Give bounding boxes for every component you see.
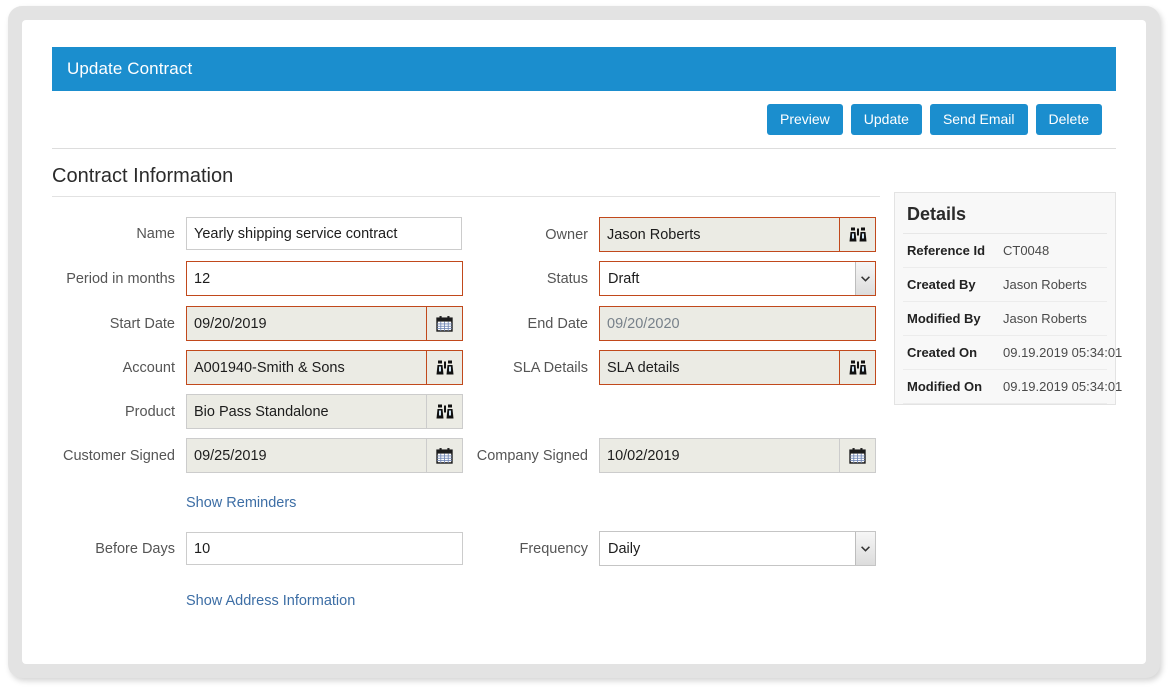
frequency-select[interactable]: Daily xyxy=(599,531,876,566)
start-date-input[interactable]: 09/20/2019 xyxy=(186,306,463,341)
field-before-days: Before Days 10 xyxy=(52,532,463,565)
before-days-input[interactable]: 10 xyxy=(186,532,463,565)
status-selected-value: Draft xyxy=(600,262,855,295)
detail-key: Created By xyxy=(907,277,995,292)
page-title: Update Contract xyxy=(52,59,192,79)
detail-row-reference-id: Reference Id CT0048 xyxy=(903,234,1107,268)
account-value: A001940-Smith & Sons xyxy=(187,351,426,384)
field-start-date: Start Date 09/20/2019 xyxy=(52,306,463,341)
field-end-date: End Date 09/20/2020 xyxy=(470,306,876,341)
field-start-date-label: Start Date xyxy=(52,316,186,332)
field-product: Product Bio Pass Standalone xyxy=(52,394,463,429)
field-sla-details-label: SLA Details xyxy=(470,360,599,376)
chevron-down-icon[interactable] xyxy=(855,262,875,295)
binoculars-icon[interactable] xyxy=(426,351,462,384)
field-company-signed: Company Signed 10/02/2019 xyxy=(470,438,876,473)
name-input[interactable]: Yearly shipping service contract xyxy=(186,217,462,250)
page-header-bar: Update Contract xyxy=(52,47,1116,91)
form-grid: Name Yearly shipping service contract Pe… xyxy=(52,217,880,587)
field-name: Name Yearly shipping service contract xyxy=(52,217,462,250)
field-status-label: Status xyxy=(470,271,599,287)
binoculars-icon[interactable] xyxy=(839,218,875,251)
field-period-label: Period in months xyxy=(52,271,186,287)
binoculars-icon[interactable] xyxy=(426,395,462,428)
preview-button[interactable]: Preview xyxy=(767,104,843,135)
product-input[interactable]: Bio Pass Standalone xyxy=(186,394,463,429)
period-in-months-value: 12 xyxy=(187,262,462,295)
end-date-value: 09/20/2020 xyxy=(600,307,875,340)
detail-value: 09.19.2019 05:34:01 xyxy=(995,379,1122,394)
page-surface: Update Contract Preview Update Send Emai… xyxy=(22,20,1146,664)
field-product-label: Product xyxy=(52,404,186,420)
chevron-down-icon[interactable] xyxy=(855,532,875,565)
field-frequency: Frequency Daily xyxy=(470,531,876,566)
field-end-date-label: End Date xyxy=(470,316,599,332)
show-reminders-link[interactable]: Show Reminders xyxy=(186,495,296,511)
detail-row-created-by: Created By Jason Roberts xyxy=(903,268,1107,302)
detail-row-modified-by: Modified By Jason Roberts xyxy=(903,302,1107,336)
before-days-value: 10 xyxy=(187,533,462,564)
status-select[interactable]: Draft xyxy=(599,261,876,296)
field-period-in-months: Period in months 12 xyxy=(52,261,463,296)
update-button[interactable]: Update xyxy=(851,104,922,135)
application-frame: Update Contract Preview Update Send Emai… xyxy=(8,6,1160,678)
contract-information-section: Contract Information Name Yearly shippin… xyxy=(52,149,880,587)
name-input-value: Yearly shipping service contract xyxy=(187,218,461,249)
start-date-value: 09/20/2019 xyxy=(187,307,426,340)
delete-button[interactable]: Delete xyxy=(1036,104,1102,135)
account-input[interactable]: A001940-Smith & Sons xyxy=(186,350,463,385)
detail-value: CT0048 xyxy=(995,243,1049,258)
calendar-icon[interactable] xyxy=(426,307,462,340)
owner-value: Jason Roberts xyxy=(600,218,839,251)
field-sla-details: SLA Details SLA details xyxy=(470,350,876,385)
details-panel-title: Details xyxy=(903,193,1107,234)
detail-key: Modified On xyxy=(907,379,995,394)
sla-details-value: SLA details xyxy=(600,351,839,384)
detail-value: Jason Roberts xyxy=(995,277,1087,292)
field-owner-label: Owner xyxy=(470,227,599,243)
customer-signed-input[interactable]: 09/25/2019 xyxy=(186,438,463,473)
field-before-days-label: Before Days xyxy=(52,541,186,557)
detail-row-created-on: Created On 09.19.2019 05:34:01 xyxy=(903,336,1107,370)
detail-row-modified-on: Modified On 09.19.2019 05:34:01 xyxy=(903,370,1107,404)
field-status: Status Draft xyxy=(470,261,876,296)
section-title: Contract Information xyxy=(52,149,880,197)
field-account: Account A001940-Smith & Sons xyxy=(52,350,463,385)
calendar-icon[interactable] xyxy=(426,439,462,472)
owner-input[interactable]: Jason Roberts xyxy=(599,217,876,252)
company-signed-input[interactable]: 10/02/2019 xyxy=(599,438,876,473)
details-panel: Details Reference Id CT0048 Created By J… xyxy=(894,192,1116,405)
send-email-button[interactable]: Send Email xyxy=(930,104,1028,135)
sla-details-input[interactable]: SLA details xyxy=(599,350,876,385)
period-in-months-input[interactable]: 12 xyxy=(186,261,463,296)
calendar-icon[interactable] xyxy=(839,439,875,472)
detail-value: 09.19.2019 05:34:01 xyxy=(995,345,1122,360)
frequency-selected-value: Daily xyxy=(600,532,855,565)
company-signed-value: 10/02/2019 xyxy=(600,439,839,472)
end-date-input: 09/20/2020 xyxy=(599,306,876,341)
field-frequency-label: Frequency xyxy=(470,541,599,557)
field-company-signed-label: Company Signed xyxy=(470,448,599,464)
detail-value: Jason Roberts xyxy=(995,311,1087,326)
binoculars-icon[interactable] xyxy=(839,351,875,384)
detail-key: Created On xyxy=(907,345,995,360)
field-customer-signed: Customer Signed 09/25/2019 xyxy=(52,438,463,473)
detail-key: Reference Id xyxy=(907,243,995,258)
content-area: Contract Information Name Yearly shippin… xyxy=(52,149,1116,649)
show-address-information-link[interactable]: Show Address Information xyxy=(186,593,355,609)
action-toolbar: Preview Update Send Email Delete xyxy=(52,91,1116,149)
product-value: Bio Pass Standalone xyxy=(187,395,426,428)
detail-key: Modified By xyxy=(907,311,995,326)
field-owner: Owner Jason Roberts xyxy=(470,217,876,252)
field-account-label: Account xyxy=(52,360,186,376)
field-name-label: Name xyxy=(52,226,186,242)
customer-signed-value: 09/25/2019 xyxy=(187,439,426,472)
field-customer-signed-label: Customer Signed xyxy=(52,448,186,464)
